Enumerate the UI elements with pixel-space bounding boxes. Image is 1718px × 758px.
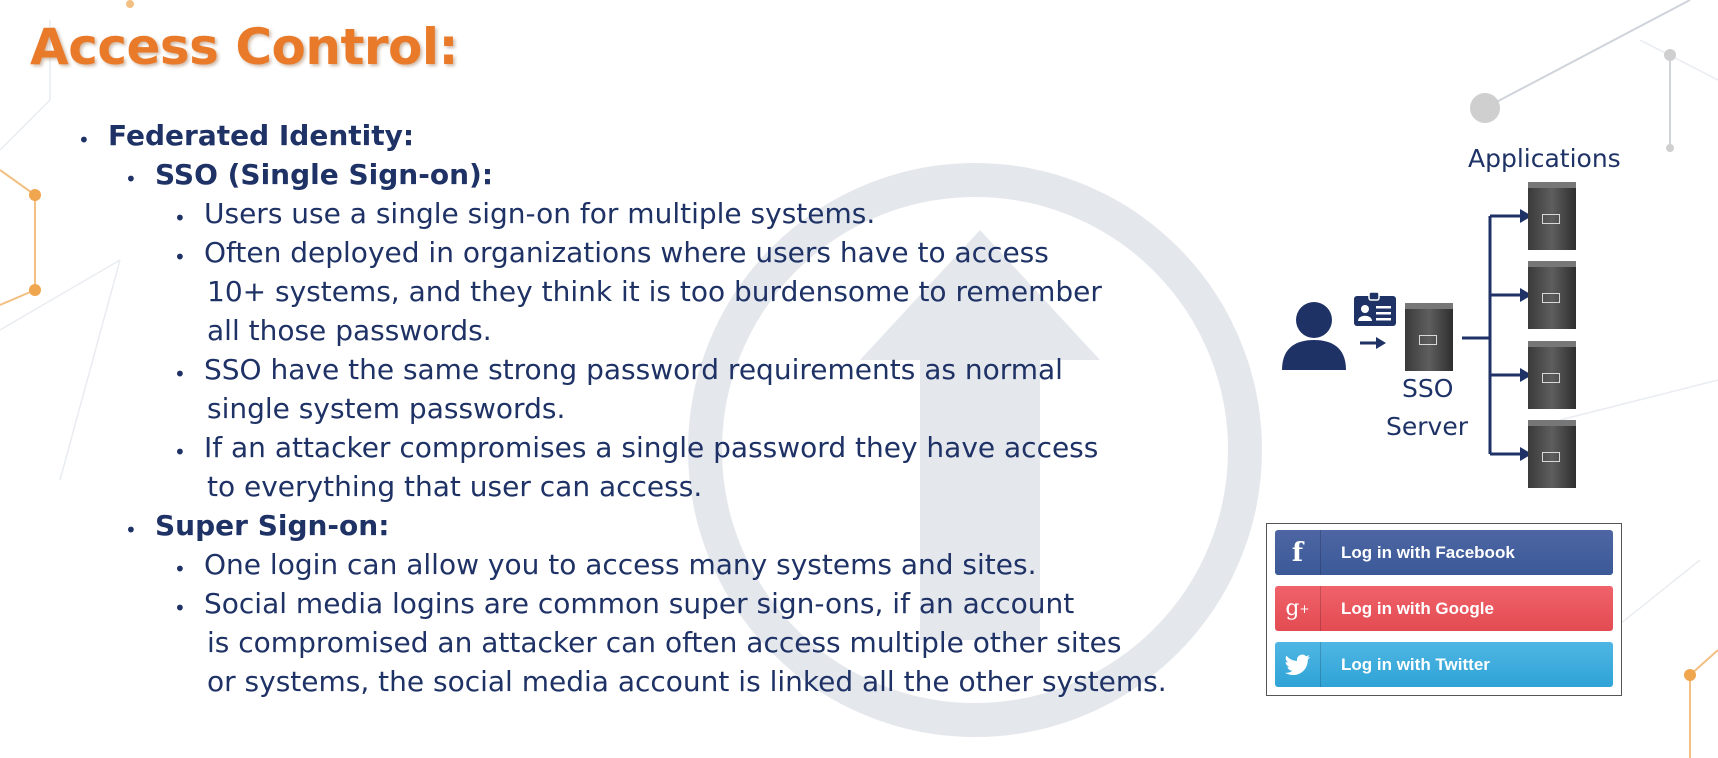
bullet: • [174, 440, 186, 464]
sso-point: SSO have the same strong password requir… [204, 353, 1063, 386]
application-server-icon [1528, 182, 1576, 250]
sso-point-continuation: to everything that user can access. [207, 470, 703, 503]
sso-point-continuation: all those passwords. [207, 314, 492, 347]
application-server-icon [1528, 341, 1576, 409]
application-server-icon [1528, 261, 1576, 329]
bullet: • [174, 362, 186, 386]
login-twitter-button[interactable]: Log in with Twitter [1275, 642, 1613, 687]
login-facebook-button[interactable]: f Log in with Facebook [1275, 530, 1613, 575]
social-login-panel: f Log in with Facebook g + Log in with Go… [1266, 523, 1622, 696]
sso-server-icon [1405, 303, 1453, 371]
super-point: One login can allow you to access many s… [204, 548, 1037, 581]
user-icon [1282, 302, 1346, 370]
heading-super-sign-on: Super Sign-on: [155, 509, 390, 542]
heading-federated-identity: Federated Identity: [108, 119, 415, 152]
id-card-icon [1354, 291, 1396, 326]
sso-point: Users use a single sign-on for multiple … [204, 197, 876, 230]
bullet: • [78, 128, 90, 152]
sso-server-label-line1: SSO [1402, 374, 1454, 403]
heading-sso: SSO (Single Sign-on): [155, 158, 494, 191]
super-point-continuation: or systems, the social media account is … [207, 665, 1167, 698]
application-server-icon [1528, 420, 1576, 488]
bullet: • [125, 167, 137, 191]
bullet: • [174, 206, 186, 230]
login-google-label: Log in with Google [1341, 599, 1494, 618]
super-point: Social media logins are common super sig… [204, 587, 1075, 620]
super-point-continuation: is compromised an attacker can often acc… [207, 626, 1122, 659]
login-facebook-label: Log in with Facebook [1341, 543, 1515, 562]
bullet: • [125, 518, 137, 542]
login-twitter-label: Log in with Twitter [1341, 655, 1490, 674]
facebook-icon: f [1275, 530, 1321, 575]
twitter-bird-icon [1275, 642, 1321, 687]
sso-server-label-line2: Server [1386, 412, 1468, 441]
sso-point-continuation: 10+ systems, and they think it is too bu… [207, 275, 1102, 308]
sso-point: If an attacker compromises a single pass… [204, 431, 1099, 464]
sso-diagram: Applications SSO Server [1270, 130, 1670, 500]
outline-text: • Federated Identity: • SSO (Single Sign… [0, 0, 1250, 758]
login-google-button[interactable]: g + Log in with Google [1275, 586, 1613, 631]
sso-point: Often deployed in organizations where us… [204, 236, 1049, 269]
bullet: • [174, 596, 186, 620]
sso-point-continuation: single system passwords. [207, 392, 566, 425]
bullet: • [174, 557, 186, 581]
google-plus-icon: g + [1275, 586, 1321, 631]
bullet: • [174, 245, 186, 269]
